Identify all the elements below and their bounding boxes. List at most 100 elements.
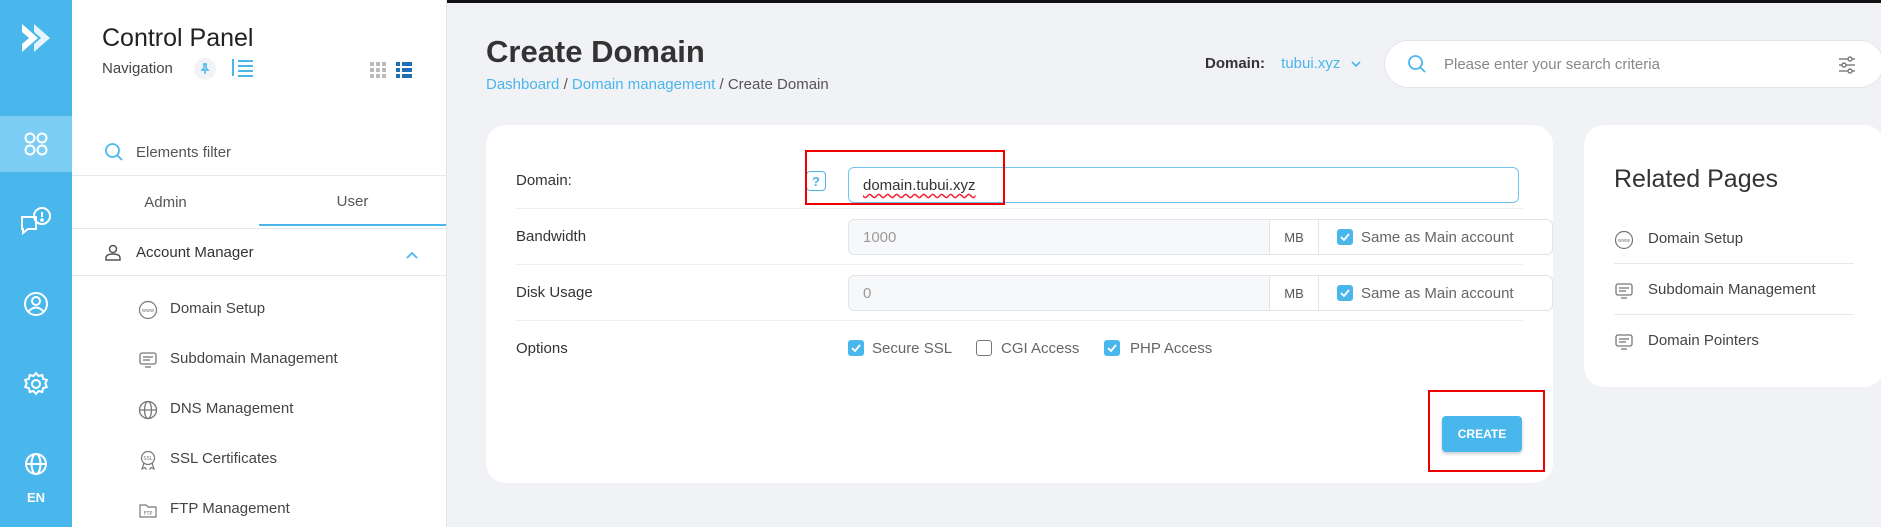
search-input[interactable]: Please enter your search criteria [1384, 40, 1881, 88]
breadcrumb-current: Create Domain [727, 76, 829, 93]
nav-item-label: SSL Certificates [170, 450, 277, 467]
domain-selector-label: Domain: [1205, 55, 1265, 72]
options-label: Options [516, 340, 568, 357]
domain-selector[interactable]: Domain: tubui.xyz [1205, 55, 1361, 72]
cgi-access-label: CGI Access [1001, 340, 1080, 357]
disk-usage-row: Disk Usage 0 MB Same as Main account [516, 265, 1553, 321]
related-item-domain-pointers[interactable]: Domain Pointers [1614, 316, 1854, 366]
nav-item-label: FTP Management [170, 500, 290, 517]
list-view-icon[interactable] [396, 62, 412, 83]
role-tabs: Admin User [72, 178, 446, 226]
nav-item-label: Subdomain Management [170, 350, 338, 367]
globe-icon [138, 400, 158, 425]
secure-ssl-label: Secure SSL [872, 340, 953, 357]
related-item-domain-setup[interactable]: www Domain Setup [1614, 214, 1854, 264]
disk-usage-input-group: 0 MB Same as Main account [848, 275, 1553, 311]
control-panel-title: Control Panel [102, 24, 254, 52]
svg-text:www: www [142, 308, 154, 314]
nav-item-dns-management[interactable]: DNS Management [72, 384, 446, 434]
domain-label: Domain: [516, 172, 572, 189]
filter-sliders-icon[interactable] [1837, 55, 1857, 80]
navigation-panel: Control Panel Navigation Elements filter… [72, 0, 447, 527]
php-access-checkbox[interactable] [1104, 340, 1120, 356]
nav-item-ftp-management[interactable]: FTP FTP Management [72, 484, 446, 527]
related-item-label: Subdomain Management [1648, 281, 1816, 298]
disk-usage-label: Disk Usage [516, 284, 593, 301]
bandwidth-same-as-main[interactable]: Same as Main account [1319, 220, 1552, 254]
related-item-label: Domain Setup [1648, 230, 1744, 247]
nav-item-domain-setup[interactable]: www Domain Setup [72, 284, 446, 334]
globe-icon[interactable] [0, 436, 72, 492]
elements-filter-placeholder: Elements filter [136, 144, 232, 161]
monitor-icon [138, 350, 158, 375]
pin-icon[interactable] [194, 58, 216, 80]
domain-selector-value[interactable]: tubui.xyz [1281, 55, 1340, 72]
breadcrumb-domain-management-link[interactable]: Domain management [572, 76, 715, 93]
create-domain-form: Domain: ? domain.tubui.xyz Bandwidth 100… [486, 125, 1553, 483]
breadcrumb-separator: / [563, 76, 568, 93]
domain-row: Domain: ? domain.tubui.xyz [516, 153, 1523, 209]
nav-item-ssl-certificates[interactable]: SSL SSL Certificates [72, 434, 446, 484]
user-icon[interactable] [0, 276, 72, 332]
svg-text:FTP: FTP [144, 511, 153, 517]
breadcrumb: Dashboard / Domain management / Create D… [486, 76, 829, 93]
ssl-icon: SSL [138, 450, 158, 475]
icon-rail: EN [0, 0, 72, 527]
logo-icon[interactable] [12, 14, 60, 62]
language-label[interactable]: EN [0, 490, 72, 505]
bandwidth-row: Bandwidth 1000 MB Same as Main account [516, 209, 1553, 265]
disk-usage-unit: MB [1269, 276, 1319, 310]
account-manager-label: Account Manager [136, 244, 254, 261]
bandwidth-input[interactable]: 1000 [863, 229, 896, 246]
nav-item-label: Domain Setup [170, 300, 266, 317]
www-icon: www [1614, 230, 1634, 255]
account-manager-section[interactable]: Account Manager [72, 228, 446, 276]
bandwidth-label: Bandwidth [516, 228, 587, 245]
breadcrumb-dashboard-link[interactable]: Dashboard [486, 76, 559, 93]
navigation-label: Navigation [102, 60, 173, 77]
disk-same-checkbox[interactable] [1337, 285, 1353, 301]
bandwidth-same-checkbox[interactable] [1337, 229, 1353, 245]
highlight-box-create-button [1428, 390, 1545, 472]
same-as-main-label: Same as Main account [1361, 285, 1514, 302]
elements-filter[interactable]: Elements filter [72, 132, 446, 176]
svg-text:SSL: SSL [143, 456, 152, 462]
related-item-subdomain-management[interactable]: Subdomain Management [1614, 265, 1854, 315]
related-pages-panel: Related Pages www Domain Setup Subdomain… [1584, 125, 1881, 387]
svg-text:www: www [1618, 238, 1630, 244]
nav-item-subdomain-management[interactable]: Subdomain Management [72, 334, 446, 384]
php-access-label: PHP Access [1130, 340, 1213, 357]
page-title: Create Domain [486, 34, 705, 69]
grid-view-icon[interactable] [370, 62, 386, 83]
related-pages-title: Related Pages [1614, 165, 1779, 193]
user-outline-icon [104, 243, 122, 266]
related-item-label: Domain Pointers [1648, 332, 1759, 349]
disk-same-as-main[interactable]: Same as Main account [1319, 276, 1552, 310]
www-icon: www [138, 300, 158, 325]
nav-item-label: DNS Management [170, 400, 294, 417]
tab-admin[interactable]: Admin [72, 178, 259, 226]
ordered-list-icon[interactable] [230, 58, 254, 83]
chevron-up-icon[interactable] [406, 246, 418, 264]
tab-user[interactable]: User [259, 178, 446, 226]
dashboard-icon[interactable] [0, 116, 72, 172]
options-row: Options Secure SSL CGI Access PHP Access [516, 321, 1523, 377]
chevron-down-icon[interactable] [1350, 61, 1361, 68]
secure-ssl-checkbox[interactable] [848, 340, 864, 356]
bandwidth-input-group: 1000 MB Same as Main account [848, 219, 1553, 255]
breadcrumb-separator: / [719, 76, 724, 93]
cgi-access-checkbox[interactable] [976, 340, 992, 356]
monitor-icon [1614, 281, 1634, 306]
disk-usage-input[interactable]: 0 [863, 285, 871, 302]
search-icon [104, 142, 124, 167]
support-chat-icon[interactable] [0, 194, 72, 250]
top-border [447, 0, 1881, 3]
settings-icon[interactable] [0, 356, 72, 412]
ftp-folder-icon: FTP [138, 500, 158, 525]
monitor-icon [1614, 332, 1634, 357]
bandwidth-unit: MB [1269, 220, 1319, 254]
search-icon [1407, 54, 1427, 79]
search-placeholder: Please enter your search criteria [1444, 56, 1660, 73]
same-as-main-label: Same as Main account [1361, 229, 1514, 246]
highlight-box-domain-input [805, 150, 1005, 205]
